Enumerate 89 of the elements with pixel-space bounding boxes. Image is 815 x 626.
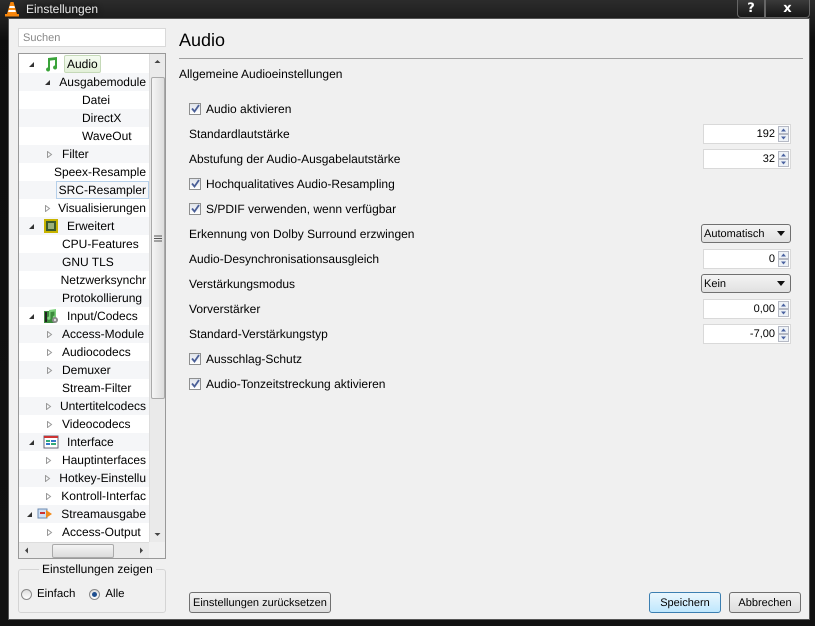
checkbox[interactable]: S/PDIF verwenden, wenn verfügbar	[189, 202, 396, 216]
radio-option[interactable]: Alle	[89, 588, 125, 600]
tree-item[interactable]: Kontroll-Interfac	[58, 487, 149, 505]
tree-item[interactable]: Access-Output	[59, 523, 144, 541]
close-button[interactable]: x	[765, 0, 810, 18]
spin-arrows-icon[interactable]	[778, 126, 789, 142]
setting-label: Vorverstärker	[189, 302, 260, 316]
spin-arrows-icon[interactable]	[778, 250, 789, 266]
codecs-icon	[43, 308, 59, 324]
checkbox[interactable]: Audio-Tonzeitstreckung aktivieren	[189, 376, 386, 390]
spin-arrows-icon[interactable]	[778, 300, 789, 316]
collapsed-arrow-icon[interactable]	[45, 492, 52, 500]
expanded-arrow-icon[interactable]	[44, 78, 52, 86]
tree-item[interactable]: Speex-Resample	[50, 163, 149, 181]
expanded-arrow-icon[interactable]	[26, 510, 33, 518]
tree-item[interactable]: SRC-Resampler	[56, 181, 149, 199]
help-button[interactable]: ?	[737, 0, 765, 18]
setting-label: Verstärkungsmodus	[189, 276, 296, 290]
scroll-down-icon[interactable]	[154, 531, 161, 538]
setting-label: Standard-Verstärkungstyp	[189, 326, 328, 340]
spin-arrows-icon[interactable]	[778, 150, 789, 166]
checkbox[interactable]: Audio aktivieren	[189, 102, 292, 116]
group-title: Einstellungen zeigen	[39, 562, 156, 576]
tree-item[interactable]: Visualisierungen	[55, 199, 149, 217]
collapsed-arrow-icon[interactable]	[46, 366, 52, 374]
expanded-arrow-icon[interactable]	[28, 222, 34, 230]
tree-item[interactable]: WaveOut	[79, 127, 135, 145]
horizontal-scrollbar[interactable]	[19, 542, 149, 558]
spin-field[interactable]: 32	[703, 148, 791, 168]
save-button[interactable]: Speichern	[649, 592, 721, 613]
setting-label: Standardlautstärke	[189, 126, 290, 140]
setting-label: Abstufung der Audio-Ausgabelautstärke	[189, 152, 400, 166]
scroll-up-icon[interactable]	[154, 58, 161, 65]
setting-label: Erkennung von Dolby Surround erzwingen	[189, 226, 414, 240]
collapsed-arrow-icon[interactable]	[44, 402, 52, 410]
check-icon	[190, 354, 200, 363]
setting-label: Audio-Desynchronisationsausgleich	[189, 252, 380, 266]
scroll-thumb[interactable]	[52, 544, 114, 558]
radio-option[interactable]: Einfach	[21, 588, 76, 600]
caret-icon	[777, 281, 785, 286]
grip-icon	[154, 234, 162, 242]
check-icon	[190, 204, 200, 213]
spin-field[interactable]: 0,00	[703, 298, 791, 318]
checkbox[interactable]: Ausschlag-Schutz	[189, 352, 302, 366]
tree-item[interactable]: Audiocodecs	[59, 343, 134, 361]
dropdown[interactable]: Kein	[701, 274, 791, 293]
expanded-arrow-icon[interactable]	[28, 312, 34, 320]
tree-item[interactable]: Videocodecs	[59, 415, 134, 433]
tree-item[interactable]: Input/Codecs	[64, 307, 141, 325]
collapsed-arrow-icon[interactable]	[46, 528, 52, 536]
chip-icon	[43, 218, 59, 234]
collapsed-arrow-icon[interactable]	[45, 456, 52, 464]
cancel-button[interactable]: Abbrechen	[729, 592, 801, 613]
collapsed-arrow-icon[interactable]	[46, 348, 52, 356]
tree-item[interactable]: Hauptinterfaces	[58, 451, 149, 469]
scrollbar-corner	[149, 542, 165, 558]
vertical-scrollbar[interactable]	[149, 54, 165, 542]
tree-item[interactable]: Netzwerksynchr	[58, 271, 149, 289]
music-note-icon	[43, 56, 59, 72]
panel-title: Audio	[179, 30, 226, 52]
spin-field[interactable]: -7,00	[703, 324, 791, 344]
check-icon	[190, 179, 200, 188]
check-icon	[190, 379, 200, 388]
panel-subtitle: Allgemeine Audioeinstellungen	[179, 67, 344, 81]
checkbox[interactable]: Hochqualitatives Audio-Resampling	[189, 176, 395, 190]
dropdown[interactable]: Automatisch	[701, 224, 791, 243]
search-field[interactable]: Suchen	[18, 28, 166, 47]
expanded-arrow-icon[interactable]	[28, 438, 34, 446]
tree-item[interactable]: Datei	[79, 91, 114, 109]
caret-icon	[777, 231, 785, 236]
expanded-arrow-icon[interactable]	[28, 60, 34, 68]
collapsed-arrow-icon[interactable]	[46, 150, 52, 158]
traffic-cone-icon	[4, 1, 20, 17]
collapsed-arrow-icon[interactable]	[44, 474, 52, 482]
tree-item[interactable]: Stream-Filter	[59, 379, 134, 397]
scroll-thumb[interactable]	[150, 77, 164, 399]
spin-field[interactable]: 0	[703, 248, 791, 268]
scroll-right-icon[interactable]	[138, 547, 145, 554]
spin-arrows-icon[interactable]	[778, 326, 789, 342]
collapsed-arrow-icon[interactable]	[46, 420, 52, 428]
check-icon	[190, 104, 200, 113]
collapsed-arrow-icon[interactable]	[46, 330, 52, 338]
window-title: Einstellungen	[26, 2, 100, 16]
tree-item[interactable]: Audio	[64, 55, 101, 73]
tree-item[interactable]: CPU-Features	[59, 235, 142, 253]
scroll-left-icon[interactable]	[23, 547, 30, 554]
reset-button[interactable]: Einstellungen zurücksetzen	[189, 592, 331, 613]
spin-field[interactable]: 192	[703, 124, 791, 144]
collapsed-arrow-icon[interactable]	[44, 204, 52, 212]
